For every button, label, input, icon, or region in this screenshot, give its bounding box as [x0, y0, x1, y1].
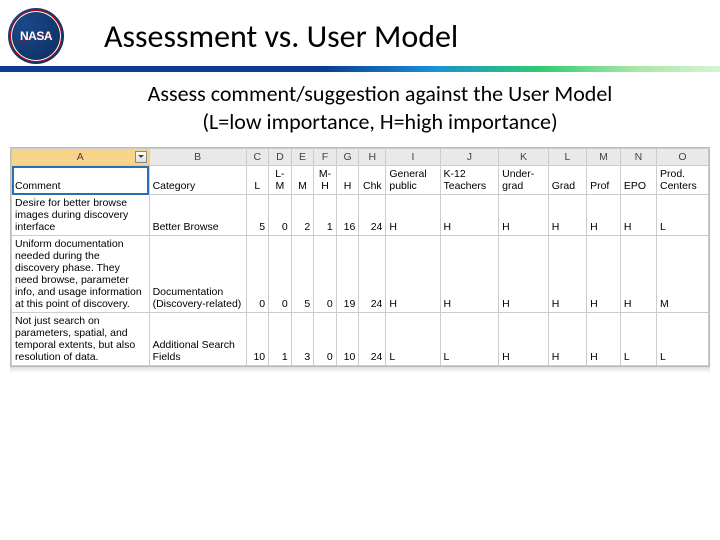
cell[interactable]: H — [587, 195, 621, 236]
hdr-Chk[interactable]: Chk — [359, 166, 386, 195]
hdr-L[interactable]: L — [246, 166, 269, 195]
col-I[interactable]: I — [386, 149, 440, 166]
col-C[interactable]: C — [246, 149, 269, 166]
header-rule — [0, 66, 720, 72]
hdr-undergrad[interactable]: Under-grad — [499, 166, 549, 195]
spreadsheet: A B C D E F G H I J K L M N O Comment Ca… — [10, 147, 710, 367]
col-E[interactable]: E — [291, 149, 314, 166]
cell[interactable]: 2 — [291, 195, 314, 236]
hdr-epo[interactable]: EPO — [620, 166, 656, 195]
cell-comment[interactable]: Uniform documentation needed during the … — [12, 236, 150, 313]
subtitle-line-2: (L=low importance, H=high importance) — [202, 108, 557, 135]
cell[interactable]: H — [440, 195, 499, 236]
cell[interactable]: 10 — [336, 313, 359, 366]
table-row: Not just search on parameters, spatial, … — [12, 313, 709, 366]
col-L[interactable]: L — [548, 149, 586, 166]
subtitle: Assess comment/suggestion against the Us… — [100, 80, 660, 135]
hdr-prod-centers[interactable]: Prod. Centers — [657, 166, 709, 195]
cell[interactable]: L — [440, 313, 499, 366]
cell-comment[interactable]: Desire for better browse images during d… — [12, 195, 150, 236]
cell[interactable]: 19 — [336, 236, 359, 313]
cell[interactable]: 0 — [246, 236, 269, 313]
cell[interactable]: L — [386, 313, 440, 366]
cell[interactable]: L — [620, 313, 656, 366]
cell[interactable]: H — [499, 195, 549, 236]
hdr-MH[interactable]: M-H — [314, 166, 337, 195]
hdr-prof[interactable]: Prof — [587, 166, 621, 195]
cell-comment[interactable]: Not just search on parameters, spatial, … — [12, 313, 150, 366]
hdr-H[interactable]: H — [336, 166, 359, 195]
col-B[interactable]: B — [149, 149, 246, 166]
cell[interactable]: 24 — [359, 195, 386, 236]
cell[interactable]: 5 — [291, 236, 314, 313]
col-G[interactable]: G — [336, 149, 359, 166]
col-F[interactable]: F — [314, 149, 337, 166]
table-row: Uniform documentation needed during the … — [12, 236, 709, 313]
cell-category[interactable]: Better Browse — [149, 195, 246, 236]
cell[interactable]: H — [499, 236, 549, 313]
dropdown-icon[interactable] — [135, 151, 147, 163]
cell[interactable]: 16 — [336, 195, 359, 236]
cell[interactable]: H — [386, 236, 440, 313]
col-J[interactable]: J — [440, 149, 499, 166]
header-row: Comment Category L L-M M M-H H Chk Gener… — [12, 166, 709, 195]
table-row: Desire for better browse images during d… — [12, 195, 709, 236]
cell-category[interactable]: Documentation (Discovery-related) — [149, 236, 246, 313]
cell[interactable]: H — [587, 313, 621, 366]
cell[interactable]: 0 — [314, 313, 337, 366]
hdr-grad[interactable]: Grad — [548, 166, 586, 195]
cell-category[interactable]: Additional Search Fields — [149, 313, 246, 366]
col-A[interactable]: A — [12, 149, 150, 166]
cell[interactable]: 0 — [269, 236, 292, 313]
slide-title: Assessment vs. User Model — [104, 17, 458, 56]
hdr-comment[interactable]: Comment — [12, 166, 150, 195]
table: A B C D E F G H I J K L M N O Comment Ca… — [11, 148, 709, 366]
nasa-logo — [8, 8, 64, 64]
cell[interactable]: 3 — [291, 313, 314, 366]
cell[interactable]: 5 — [246, 195, 269, 236]
cell[interactable]: H — [499, 313, 549, 366]
cell[interactable]: H — [386, 195, 440, 236]
column-letter-row: A B C D E F G H I J K L M N O — [12, 149, 709, 166]
col-N[interactable]: N — [620, 149, 656, 166]
cell[interactable]: H — [587, 236, 621, 313]
col-M[interactable]: M — [587, 149, 621, 166]
cell[interactable]: 0 — [269, 195, 292, 236]
cell[interactable]: H — [620, 195, 656, 236]
hdr-category[interactable]: Category — [149, 166, 246, 195]
header: Assessment vs. User Model — [0, 0, 720, 64]
cell[interactable]: 10 — [246, 313, 269, 366]
subtitle-line-1: Assess comment/suggestion against the Us… — [148, 80, 613, 107]
cell[interactable]: H — [440, 236, 499, 313]
slide: Assessment vs. User Model Assess comment… — [0, 0, 720, 540]
cell[interactable]: 1 — [314, 195, 337, 236]
col-O[interactable]: O — [657, 149, 709, 166]
cell[interactable]: 24 — [359, 313, 386, 366]
cell[interactable]: 1 — [269, 313, 292, 366]
hdr-general-public[interactable]: General public — [386, 166, 440, 195]
hdr-M[interactable]: M — [291, 166, 314, 195]
col-H[interactable]: H — [359, 149, 386, 166]
hdr-k12[interactable]: K-12 Teachers — [440, 166, 499, 195]
cell[interactable]: H — [548, 313, 586, 366]
cell[interactable]: M — [657, 236, 709, 313]
shadow — [10, 367, 710, 373]
col-D[interactable]: D — [269, 149, 292, 166]
cell[interactable]: L — [657, 195, 709, 236]
cell[interactable]: H — [548, 195, 586, 236]
cell[interactable]: 24 — [359, 236, 386, 313]
hdr-LM[interactable]: L-M — [269, 166, 292, 195]
cell[interactable]: 0 — [314, 236, 337, 313]
cell[interactable]: H — [620, 236, 656, 313]
col-K[interactable]: K — [499, 149, 549, 166]
cell[interactable]: L — [657, 313, 709, 366]
cell[interactable]: H — [548, 236, 586, 313]
